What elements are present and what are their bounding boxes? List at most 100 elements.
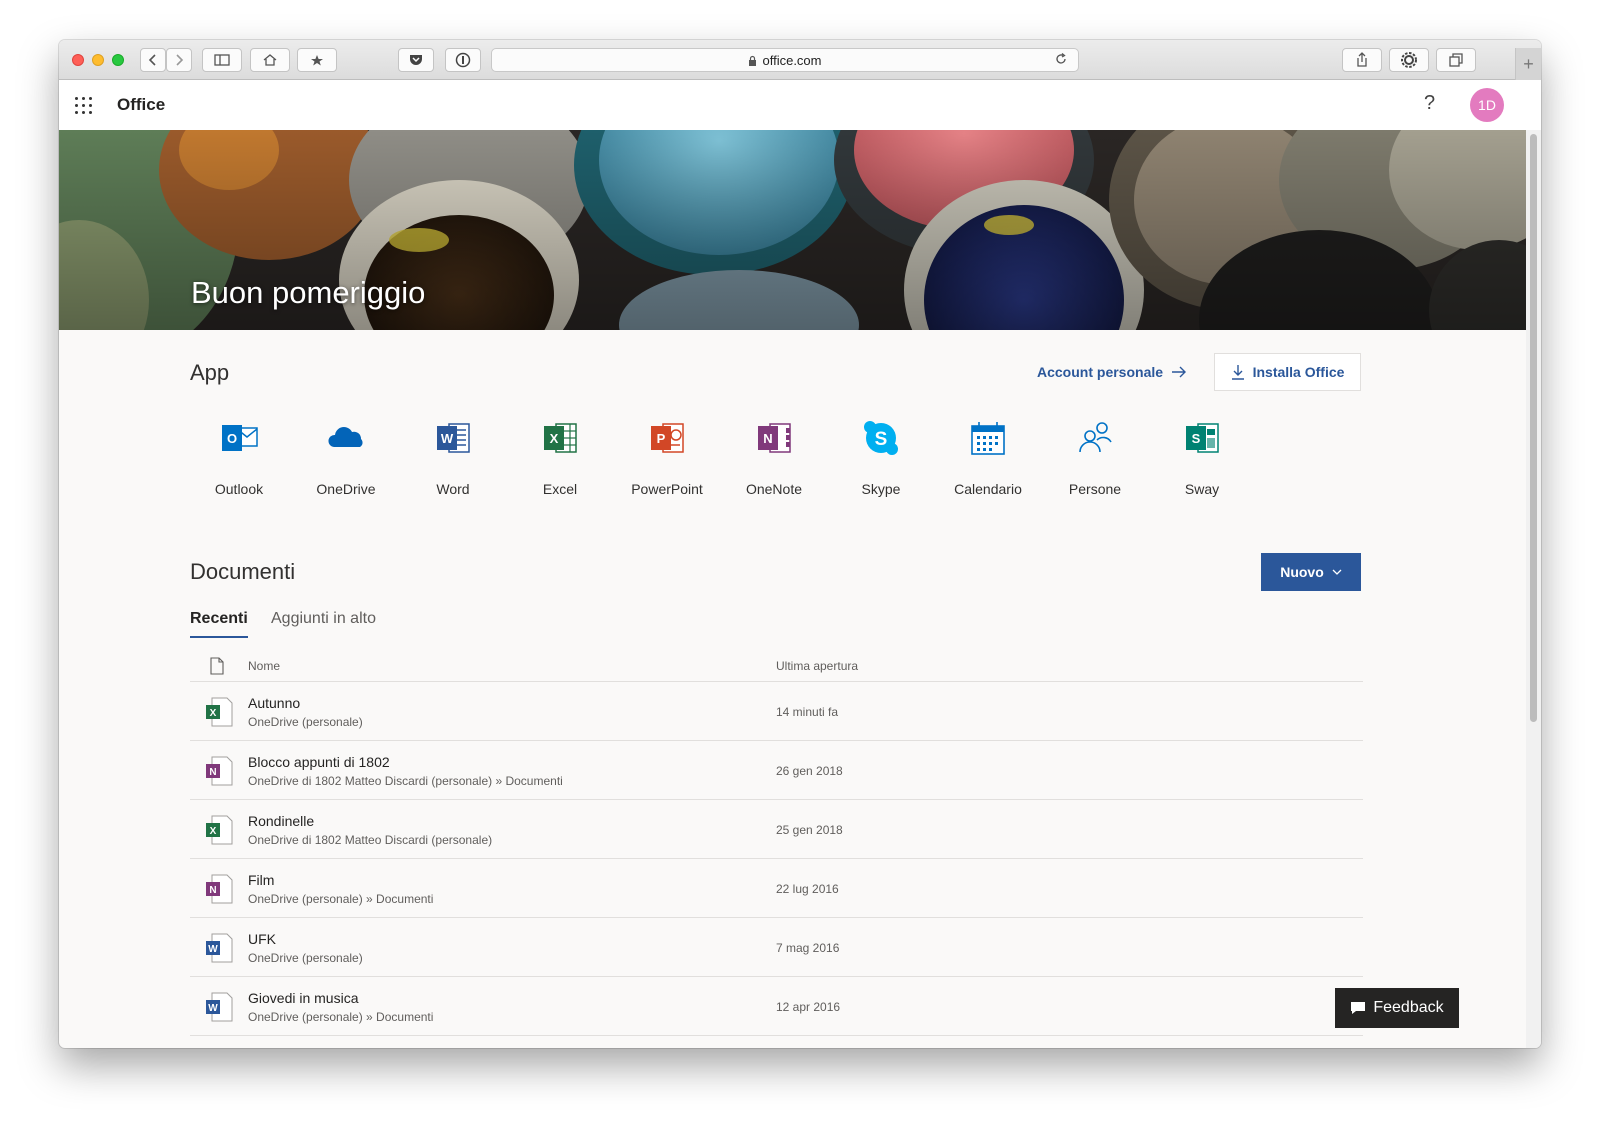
office-brand-link[interactable]: Office (117, 95, 165, 115)
document-date: 14 minuti fa (776, 705, 839, 719)
document-date: 12 apr 2016 (776, 1000, 841, 1014)
svg-text:W: W (208, 1003, 218, 1014)
document-name[interactable]: UFK (248, 931, 276, 947)
bookmarks-button[interactable] (297, 48, 337, 72)
url-text: office.com (762, 52, 822, 68)
sway-icon: S (1186, 423, 1219, 453)
app-sway[interactable]: S Sway (1152, 418, 1252, 497)
home-button[interactable] (250, 48, 290, 72)
document-path: OneDrive (personale) » Documenti (248, 892, 434, 906)
document-name[interactable]: Film (248, 872, 274, 888)
table-header: Nome Ultima apertura (190, 652, 1363, 682)
word-file-icon: W (206, 992, 233, 1022)
avatar[interactable]: 1D (1470, 88, 1504, 122)
app-onenote[interactable]: N OneNote (724, 418, 824, 497)
column-header-last-opened[interactable]: Ultima apertura (776, 659, 858, 673)
app-outlook[interactable]: O Outlook (189, 418, 289, 497)
app-skype[interactable]: S Skype (831, 418, 931, 497)
extensions-button[interactable] (1389, 48, 1429, 72)
app-label: PowerPoint (631, 481, 703, 497)
new-document-label: Nuovo (1280, 564, 1324, 580)
document-name[interactable]: Giovedi in musica (248, 990, 359, 1006)
excel-icon: X (544, 423, 577, 453)
back-button[interactable] (140, 48, 166, 72)
table-row[interactable]: X Rondinelle OneDrive di 1802 Matteo Dis… (190, 800, 1363, 859)
app-label: Skype (861, 481, 901, 497)
pocket-button[interactable] (398, 48, 434, 72)
people-icon (1079, 422, 1112, 453)
tab-recent[interactable]: Recenti (190, 610, 248, 638)
file-type-icon (210, 657, 224, 675)
new-tab-button[interactable]: + (1515, 48, 1541, 80)
vertical-scrollbar[interactable] (1526, 130, 1541, 1048)
document-date: 22 lug 2016 (776, 882, 839, 896)
help-icon[interactable]: ? (1424, 92, 1435, 115)
table-row[interactable]: W Giovedi in musica OneDrive (personale)… (190, 977, 1363, 1036)
table-row[interactable]: N Blocco appunti di 1802 OneDrive di 180… (190, 741, 1363, 800)
feedback-label: Feedback (1373, 999, 1444, 1016)
install-office-button[interactable]: Installa Office (1214, 353, 1361, 391)
tab-pinned[interactable]: Aggiunti in alto (271, 610, 376, 628)
office-header: Office ? 1D (59, 80, 1541, 130)
onenote-file-icon: N (206, 756, 233, 786)
svg-text:N: N (209, 767, 216, 778)
calendar-icon (971, 422, 1005, 455)
app-word[interactable]: W Word (403, 418, 503, 497)
app-label: OneDrive (316, 481, 376, 497)
app-people[interactable]: Persone (1045, 418, 1145, 497)
close-window-button[interactable] (72, 54, 84, 66)
document-name[interactable]: Blocco appunti di 1802 (248, 754, 390, 770)
download-icon (1231, 365, 1244, 380)
app-onedrive[interactable]: OneDrive (296, 418, 396, 497)
arrow-right-icon (1172, 366, 1187, 378)
document-path: OneDrive (personale) (248, 951, 363, 965)
document-date: 26 gen 2018 (776, 764, 843, 778)
zoom-window-button[interactable] (112, 54, 124, 66)
hero-banner: Buon pomeriggio (59, 130, 1526, 330)
document-path: OneDrive di 1802 Matteo Discardi (person… (248, 774, 563, 788)
chevron-left-icon (148, 54, 156, 66)
excel-file-icon: X (206, 697, 233, 727)
onedrive-icon (328, 427, 363, 447)
app-powerpoint[interactable]: P PowerPoint (617, 418, 717, 497)
document-path: OneDrive (personale) (248, 715, 363, 729)
forward-button[interactable] (166, 48, 192, 72)
address-bar[interactable]: office.com (491, 48, 1079, 72)
app-excel[interactable]: X Excel (510, 418, 610, 497)
sidebar-toggle-button[interactable] (202, 48, 242, 72)
tabs-overview-button[interactable] (1436, 48, 1476, 72)
table-row[interactable]: W UFK OneDrive (personale) 7 mag 2016 (190, 918, 1363, 977)
word-file-icon: W (206, 933, 233, 963)
scrollbar-thumb[interactable] (1530, 134, 1537, 722)
minimize-window-button[interactable] (92, 54, 104, 66)
browser-window: office.com + Office ? 1D Buon pomeriggio… (59, 40, 1541, 1048)
document-date: 7 mag 2016 (776, 941, 840, 955)
table-row[interactable]: N Film OneDrive (personale) » Documenti … (190, 859, 1363, 918)
svg-text:X: X (210, 826, 217, 837)
svg-text:O: O (227, 431, 237, 446)
feedback-button[interactable]: Feedback (1335, 988, 1459, 1028)
app-launcher-icon[interactable] (75, 97, 93, 115)
chevron-right-icon (176, 54, 184, 66)
share-button[interactable] (1342, 48, 1382, 72)
skype-icon: S (864, 421, 898, 455)
reload-icon[interactable] (1054, 52, 1068, 66)
sidebar-icon (214, 54, 230, 66)
app-label: Calendario (954, 481, 1022, 497)
svg-text:N: N (763, 431, 772, 446)
account-personal-label: Account personale (1037, 364, 1164, 380)
svg-text:W: W (441, 431, 454, 446)
app-label: Excel (542, 481, 578, 497)
onenote-file-icon: N (206, 874, 233, 904)
svg-text:N: N (209, 885, 216, 896)
account-personal-link[interactable]: Account personale (1037, 364, 1187, 380)
document-name[interactable]: Rondinelle (248, 813, 314, 829)
table-row[interactable]: X Autunno OneDrive (personale) 14 minuti… (190, 682, 1363, 741)
app-calendar[interactable]: Calendario (938, 418, 1038, 497)
column-header-name[interactable]: Nome (248, 659, 280, 673)
password-manager-button[interactable] (445, 48, 481, 72)
new-document-button[interactable]: Nuovo (1261, 553, 1361, 591)
outlook-icon: O (222, 425, 258, 451)
document-name[interactable]: Autunno (248, 695, 300, 711)
documents-section-title: Documenti (190, 559, 296, 584)
